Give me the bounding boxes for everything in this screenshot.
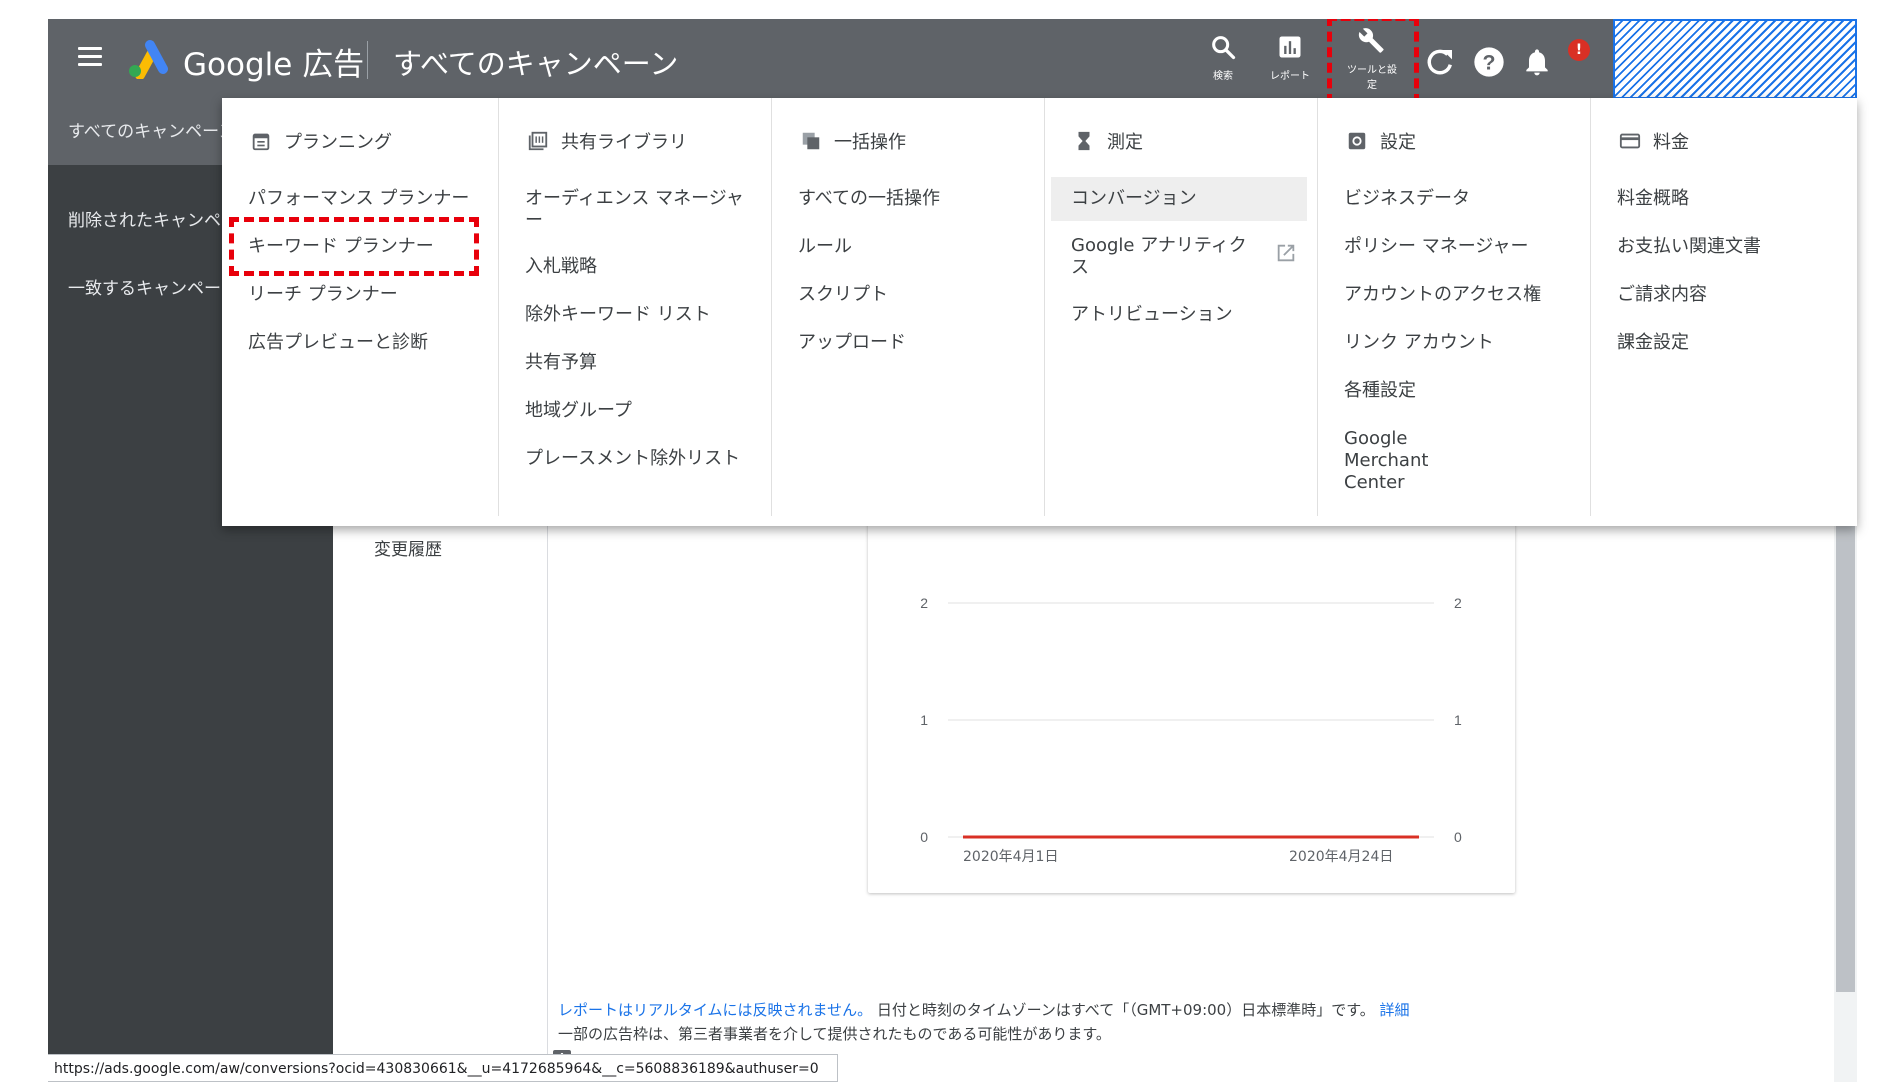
menu-column-shared-library: 共有ライブラリ オーディエンス マネージャー 入札戦略 除外キーワード リスト … [499, 98, 772, 516]
svg-text:?: ? [1482, 50, 1495, 74]
menu-item-conversions[interactable]: コンバージョン [1051, 177, 1307, 221]
y-tick-label-left: 1 [920, 712, 928, 728]
menu-item-audience-manager[interactable]: オーディエンス マネージャー [525, 188, 760, 232]
sidebar-item-deleted-campaigns[interactable]: 削除されたキャンペー [68, 206, 238, 231]
menu-item-billing-settings[interactable]: 課金設定 [1617, 332, 1689, 354]
brand-product: 広告 [302, 47, 365, 83]
settings-icon [1348, 132, 1366, 150]
menu-item-transactions[interactable]: ご請求内容 [1617, 284, 1707, 306]
notification-bell-icon[interactable] [1521, 46, 1553, 78]
menu-item-all-bulk-actions[interactable]: すべての一括操作 [798, 188, 940, 210]
y-tick-label-left: 2 [920, 595, 928, 611]
menu-column-planning: プランニング パフォーマンス プランナー キーワード プランナー リーチ プラン… [222, 98, 499, 516]
menu-item-ad-preview-diagnosis[interactable]: 広告プレビューと診断 [248, 332, 428, 354]
y-tick-label-right: 1 [1454, 712, 1462, 728]
menu-item-scripts[interactable]: スクリプト [798, 284, 888, 306]
scrollbar-thumb[interactable] [1836, 504, 1855, 992]
menu-item-preferences[interactable]: 各種設定 [1344, 380, 1416, 402]
menu-item-attribution[interactable]: アトリビューション [1071, 304, 1233, 326]
menu-column-measurement: 測定 コンバージョン Google アナリティクス アトリビューション [1045, 98, 1318, 516]
menu-heading-planning: プランニング [250, 128, 392, 154]
menu-column-billing: 料金 料金概略 お支払い関連文書 ご請求内容 課金設定 [1591, 98, 1857, 516]
menu-item-billing-documents[interactable]: お支払い関連文書 [1617, 236, 1761, 258]
menu-icon[interactable] [78, 47, 102, 67]
nav-item-change-history[interactable]: 変更履歴 [374, 535, 442, 560]
library-icon [528, 131, 548, 151]
refresh-icon[interactable] [1424, 46, 1456, 78]
menu-item-linked-accounts[interactable]: リンク アカウント [1344, 332, 1494, 354]
tools-button-highlight [1327, 19, 1419, 104]
menu-item-placement-exclusion-lists[interactable]: プレースメント除外リスト [525, 448, 740, 470]
bar-chart-icon [1279, 36, 1301, 58]
account-info-redacted[interactable] [1613, 19, 1857, 99]
menu-heading-billing: 料金 [1619, 128, 1689, 154]
menu-item-reach-planner[interactable]: リーチ プランナー [248, 284, 398, 306]
menu-heading-shared-library: 共有ライブラリ [527, 128, 687, 154]
menu-item-account-access[interactable]: アカウントのアクセス権 [1344, 284, 1541, 306]
google-ads-logo-icon [129, 40, 168, 79]
credit-card-icon [1619, 133, 1641, 149]
y-tick-label-left: 0 [920, 829, 928, 845]
page-title: すべてのキャンペーン [393, 47, 679, 81]
realtime-link[interactable]: レポートはリアルタイムには反映されません。 [558, 1001, 872, 1019]
third-party-note: 一部の広告枠は、第三者事業者を介して提供されたものである可能性があります。 [558, 1025, 1111, 1043]
bulk-icon [802, 132, 820, 150]
menu-item-location-groups[interactable]: 地域グループ [525, 400, 632, 422]
menu-item-uploads[interactable]: アップロード [798, 332, 906, 354]
search-button[interactable]: 検索 [1187, 33, 1259, 82]
menu-heading-measurement: 測定 [1073, 128, 1143, 154]
menu-item-policy-manager[interactable]: ポリシー マネージャー [1344, 236, 1528, 258]
menu-item-performance-planner[interactable]: パフォーマンス プランナー [248, 188, 469, 210]
menu-heading-setup: 設定 [1346, 128, 1416, 154]
menu-item-business-data[interactable]: ビジネスデータ [1344, 188, 1470, 210]
menu-item-google-analytics[interactable]: Google アナリティクス [1071, 235, 1261, 279]
menu-item-billing-summary[interactable]: 料金概略 [1617, 188, 1689, 210]
menu-heading-bulk-actions: 一括操作 [800, 128, 906, 154]
x-tick-label: 2020年4月24日 [1289, 849, 1393, 865]
calendar-icon [252, 133, 270, 151]
menu-column-bulk-actions: 一括操作 すべての一括操作 ルール スクリプト アップロード [772, 98, 1045, 516]
menu-item-google-merchant-center[interactable]: Google Merchant Center [1344, 428, 1494, 494]
help-icon[interactable]: ? [1473, 46, 1505, 78]
tools-dropdown-menu: プランニング パフォーマンス プランナー キーワード プランナー リーチ プラン… [222, 98, 1857, 526]
brand-divider [367, 41, 368, 79]
timezone-note: 日付と時刻のタイムゾーンはすべて「（GMT+09:00）日本標準時」です。 [876, 1001, 1375, 1019]
y-tick-label-right: 0 [1454, 829, 1462, 845]
reports-label: レポート [1270, 71, 1310, 82]
y-tick-label-right: 2 [1454, 595, 1462, 611]
brand-logo[interactable]: Google 広告 [183, 39, 364, 84]
top-bar: Google 広告 すべてのキャンペーン 検索 レポート ツールと設 定 ? ! [48, 19, 1857, 99]
reports-button[interactable]: レポート [1254, 33, 1326, 82]
brand-google: Google [183, 47, 293, 83]
keyword-planner-highlight [229, 217, 479, 276]
notification-badge: ! [1568, 39, 1590, 61]
sidebar-item-matching-campaigns[interactable]: 一致するキャンペーン [68, 274, 237, 299]
hourglass-icon [1078, 131, 1090, 151]
menu-item-bid-strategies[interactable]: 入札戦略 [525, 256, 597, 278]
details-link[interactable]: 詳細 [1380, 1001, 1410, 1019]
search-icon [1212, 36, 1236, 60]
external-link-icon [1277, 244, 1295, 262]
search-label: 検索 [1213, 71, 1233, 82]
menu-item-shared-budgets[interactable]: 共有予算 [525, 352, 597, 374]
footer-note: レポートはリアルタイムには反映されません。 日付と時刻のタイムゾーンはすべて「（… [558, 999, 1410, 1020]
menu-item-negative-keyword-lists[interactable]: 除外キーワード リスト [525, 304, 711, 326]
menu-item-rules[interactable]: ルール [798, 236, 852, 258]
status-bar-url: https://ads.google.com/aw/conversions?oc… [48, 1054, 838, 1082]
menu-column-setup: 設定 ビジネスデータ ポリシー マネージャー アカウントのアクセス権 リンク ア… [1318, 98, 1591, 516]
x-tick-label: 2020年4月1日 [963, 849, 1058, 865]
